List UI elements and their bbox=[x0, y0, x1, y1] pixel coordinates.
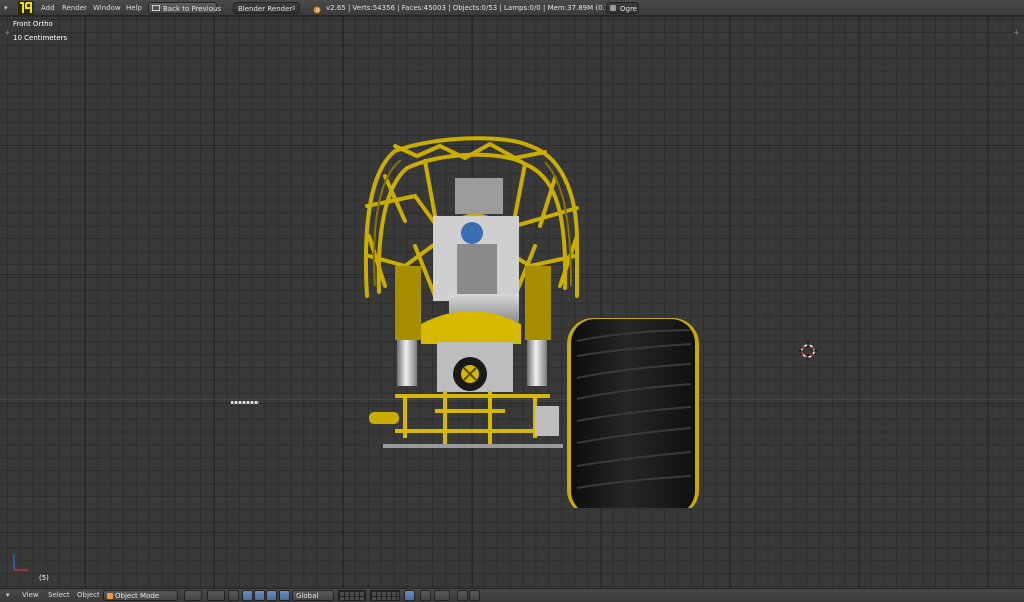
scene-select[interactable]: Ogre bbox=[606, 2, 639, 14]
menu-window[interactable]: Window bbox=[93, 0, 121, 16]
orientation-select[interactable]: Global bbox=[292, 590, 334, 601]
shock-left bbox=[397, 338, 417, 386]
manipulator-toggle-icon[interactable] bbox=[228, 590, 239, 601]
3d-cursor-icon[interactable] bbox=[797, 340, 819, 362]
blue-cap bbox=[461, 222, 483, 244]
render-icon[interactable] bbox=[457, 590, 468, 601]
fullscreen-icon bbox=[152, 5, 160, 11]
transform-icon[interactable] bbox=[279, 590, 290, 601]
blender-logo-icon bbox=[313, 4, 321, 14]
skid-plate bbox=[383, 444, 563, 448]
updown-arrows-icon: ⇕ bbox=[290, 5, 296, 12]
back-to-previous-button[interactable]: Back to Previous bbox=[148, 2, 221, 14]
lock-layers-icon[interactable] bbox=[404, 590, 415, 601]
scale-manipulator-icon[interactable] bbox=[266, 590, 277, 601]
3d-view-header: ▾ View Select Object Object Mode Global bbox=[0, 588, 1024, 602]
viewport-shading-icon[interactable] bbox=[184, 590, 202, 601]
menu-view[interactable]: View bbox=[22, 589, 39, 602]
snap-icon[interactable] bbox=[434, 590, 450, 601]
object-mode-icon bbox=[107, 593, 113, 599]
menu-help[interactable]: Help bbox=[126, 0, 142, 16]
scene-icon bbox=[610, 5, 616, 11]
scene-stats: v2.65 | Verts:54356 | Faces:45003 | Obje… bbox=[326, 4, 623, 12]
editor-type-icon[interactable]: ▾ bbox=[4, 0, 16, 16]
menu-object[interactable]: Object bbox=[77, 589, 100, 602]
render-engine-select[interactable]: Blender Render ⇕ bbox=[233, 2, 300, 14]
grid-scale-label: 10 Centimeters bbox=[13, 34, 68, 42]
view-name-label: Front Ortho bbox=[13, 20, 53, 28]
editor-type-icon[interactable]: ▾ bbox=[6, 589, 10, 602]
shock-right bbox=[527, 338, 547, 386]
front-bumper bbox=[395, 391, 555, 446]
proportional-edit-icon[interactable] bbox=[420, 590, 431, 601]
blender-menu-icon[interactable] bbox=[17, 0, 35, 16]
frame-label: (5) bbox=[39, 574, 49, 582]
area-split-handle-right[interactable]: + bbox=[1013, 28, 1020, 37]
info-header: ▾ Add Render Window Help Back to Previou… bbox=[0, 0, 1024, 16]
menu-render[interactable]: Render bbox=[62, 0, 87, 16]
engine-column bbox=[457, 244, 497, 302]
menu-add[interactable]: Add bbox=[41, 0, 55, 16]
pivot-point-icon[interactable] bbox=[207, 590, 225, 601]
monster-truck-model[interactable] bbox=[355, 116, 705, 508]
engine-block bbox=[455, 178, 503, 214]
area-split-handle-left[interactable]: + bbox=[4, 28, 11, 37]
small-object[interactable] bbox=[231, 401, 259, 404]
coil-left bbox=[395, 266, 421, 340]
layers-group-2[interactable] bbox=[370, 590, 400, 601]
3d-viewport[interactable]: Front Ortho 10 Centimeters + + (5) bbox=[0, 16, 1024, 588]
mode-select[interactable]: Object Mode bbox=[103, 590, 178, 601]
layers-group-1[interactable] bbox=[338, 590, 366, 601]
render-animation-icon[interactable] bbox=[469, 590, 480, 601]
axis-gizmo-icon bbox=[13, 554, 28, 571]
coil-right bbox=[525, 266, 551, 340]
translate-manipulator-icon[interactable] bbox=[242, 590, 253, 601]
menu-select[interactable]: Select bbox=[48, 589, 70, 602]
tire bbox=[567, 318, 699, 508]
rotate-manipulator-icon[interactable] bbox=[254, 590, 265, 601]
